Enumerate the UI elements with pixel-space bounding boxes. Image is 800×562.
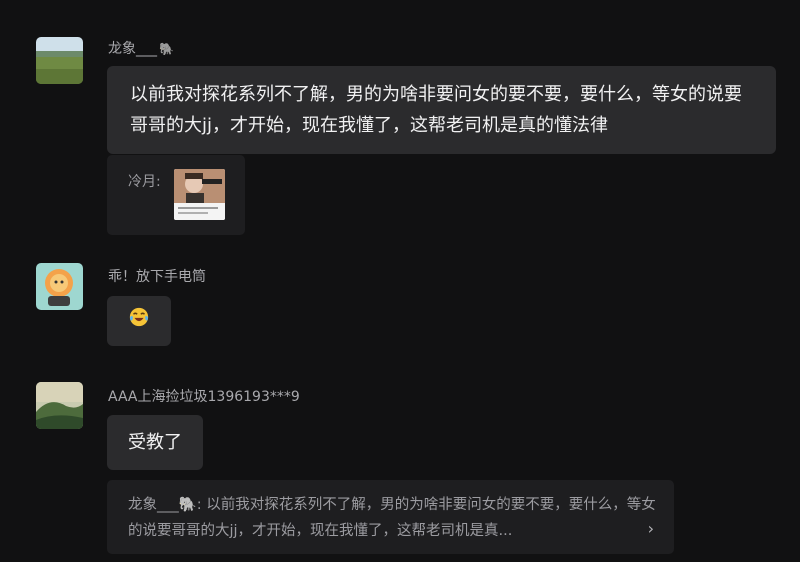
message-bubble[interactable] (107, 296, 171, 346)
message-bubble[interactable]: 以前我对探花系列不了解，男的为啥非要问女的要不要，要什么，等女的说要哥哥的大jj… (107, 66, 776, 154)
message-text: 受教了 (128, 432, 182, 453)
sender-name: 乖！放下手电筒 (108, 269, 206, 285)
avatar[interactable] (36, 382, 83, 429)
quoted-image[interactable] (174, 169, 225, 220)
quoted-message[interactable]: 龙象___🐘: 以前我对探花系列不了解，男的为啥非要问女的要不要，要什么，等女的… (107, 480, 674, 554)
laughing-crying-emoji-icon (129, 307, 149, 327)
message-text: 以前我对探花系列不了解，男的为啥非要问女的要不要，要什么，等女的说要哥哥的大jj… (130, 84, 742, 136)
sender-name: AAA上海捡垃圾1396193***9 (108, 389, 300, 405)
message-bubble[interactable]: 受教了 (107, 415, 203, 470)
elephant-icon: 🐘 (159, 42, 174, 56)
chevron-right-icon[interactable]: › (648, 516, 654, 542)
sender-name: 龙象___ 🐘 (108, 41, 174, 57)
avatar[interactable] (36, 263, 83, 310)
avatar[interactable] (36, 37, 83, 84)
quoted-message[interactable]: 冷月: (107, 155, 245, 235)
quote-text: 龙象___🐘: 以前我对探花系列不了解，男的为啥非要问女的要不要，要什么，等女的… (128, 497, 656, 539)
quote-sender: 冷月: (128, 174, 161, 190)
